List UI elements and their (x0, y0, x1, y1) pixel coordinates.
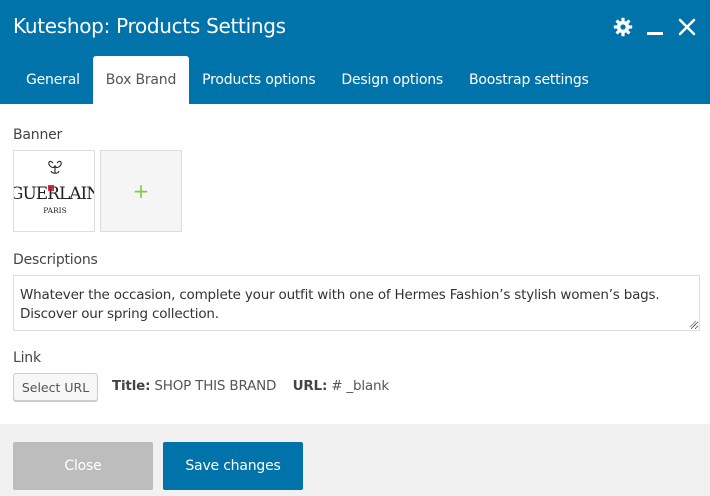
resize-grip-icon[interactable] (689, 320, 697, 328)
descriptions-label: Descriptions (13, 252, 98, 268)
logo-wordmark: GUERLAIN (14, 184, 95, 204)
add-banner-button[interactable]: + (100, 150, 182, 232)
tab-bar: General Box Brand Products options Desig… (13, 56, 602, 104)
close-button[interactable]: Close (13, 442, 153, 490)
tab-boostrap-settings[interactable]: Boostrap settings (456, 56, 602, 104)
modal-header: Kuteshop: Products Settings General Box … (0, 0, 710, 104)
minimize-icon[interactable] (644, 16, 666, 38)
link-url-value: # _blank (331, 378, 389, 394)
descriptions-text: Whatever the occasion, complete your out… (20, 287, 660, 322)
tab-design-options[interactable]: Design options (328, 56, 456, 104)
tab-box-brand[interactable]: Box Brand (92, 56, 190, 104)
window-controls (612, 16, 698, 38)
link-title-key: Title: (112, 378, 151, 394)
link-url-key: URL: (292, 378, 328, 394)
modal-footer: Close Save changes (0, 424, 710, 496)
link-title-value: SHOP THIS BRAND (154, 378, 277, 394)
banner-label: Banner (13, 127, 63, 143)
link-label: Link (13, 350, 41, 366)
guerlain-logo: GUERLAIN PARIS (14, 160, 95, 215)
close-icon[interactable] (676, 16, 698, 38)
plus-icon: + (132, 179, 150, 203)
descriptions-textarea[interactable]: Whatever the occasion, complete your out… (13, 275, 700, 331)
modal-title: Kuteshop: Products Settings (13, 14, 286, 38)
save-changes-button[interactable]: Save changes (163, 442, 303, 490)
tab-products-options[interactable]: Products options (189, 56, 328, 104)
banner-image[interactable]: GUERLAIN PARIS (13, 150, 95, 232)
logo-subtitle: PARIS (43, 206, 67, 215)
select-url-button[interactable]: Select URL (13, 373, 98, 401)
gear-icon[interactable] (612, 16, 634, 38)
link-summary: Title: SHOP THIS BRAND URL: # _blank (112, 378, 389, 394)
tab-general[interactable]: General (13, 56, 93, 104)
